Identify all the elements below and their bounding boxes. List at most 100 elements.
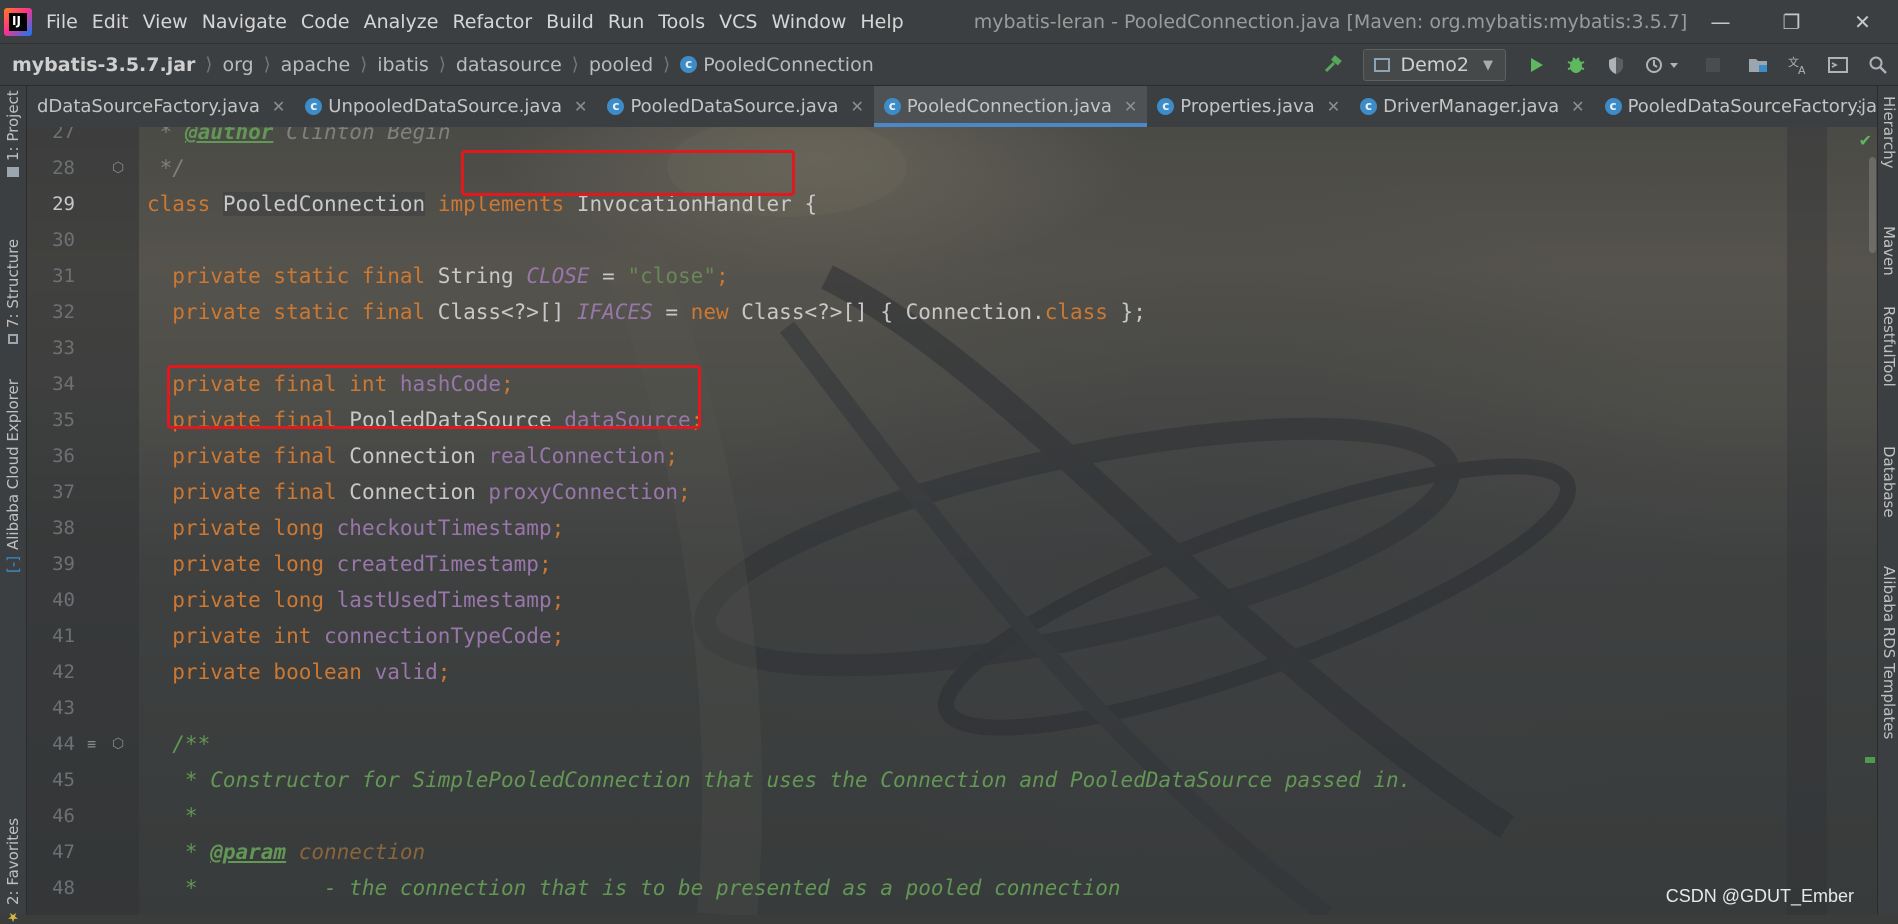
code-text: private long checkoutTimestamp; (147, 516, 564, 540)
code-token: Connection (349, 480, 489, 504)
tool-tab-label: 1: Project (4, 90, 22, 162)
code-line[interactable]: 35 private final PooledDataSource dataSo… (27, 402, 1878, 438)
minimize-button[interactable]: — (1685, 0, 1756, 43)
breadcrumb-item[interactable]: org (222, 54, 253, 76)
project-structure-icon[interactable] (1738, 45, 1778, 85)
code-token: private final (147, 444, 350, 468)
code-line[interactable]: 37 private final Connection proxyConnect… (27, 474, 1878, 510)
window-controls: — ❐ ✕ (1685, 0, 1898, 43)
code-line[interactable]: 34 private final int hashCode; (27, 366, 1878, 402)
close-tab-icon[interactable]: ✕ (1124, 97, 1137, 116)
menu-vcs[interactable]: VCS (719, 11, 757, 33)
tool-tab-label: Database (1880, 446, 1898, 518)
menu-build[interactable]: Build (546, 11, 594, 33)
code-token: connection (298, 840, 426, 864)
breadcrumb-item[interactable]: pooled (589, 54, 653, 76)
terminal-icon[interactable] (1818, 45, 1858, 85)
code-line[interactable]: 27 * @author Clinton Begin (27, 127, 1878, 150)
tool-tab-alibaba-cloud-explorer[interactable]: [-] Alibaba Cloud Explorer (0, 376, 26, 576)
tool-tab-favorites[interactable]: ★ 2: Favorites (0, 817, 26, 923)
build-hammer-icon[interactable] (1313, 45, 1353, 85)
menu-code[interactable]: Code (301, 11, 350, 33)
breadcrumb-label: mybatis-3.5.7.jar (12, 53, 196, 76)
code-line[interactable]: 31 private static final String CLOSE = "… (27, 258, 1878, 294)
editor-tab[interactable]: dDataSourceFactory.java ✕ (27, 86, 295, 127)
menu-tools[interactable]: Tools (658, 11, 705, 33)
editor-tab[interactable]: c PooledDataSource.java ✕ (597, 86, 873, 127)
tool-tab-hierarchy[interactable]: Hierarchy (1878, 96, 1898, 169)
menu-edit[interactable]: Edit (92, 11, 129, 33)
translate-icon[interactable]: 文A (1778, 45, 1818, 85)
tool-tab-label: Hierarchy (1880, 96, 1898, 169)
editor-tab[interactable]: c PooledDataSourceFactory.ja (1595, 86, 1878, 127)
code-line[interactable]: 40 private long lastUsedTimestamp; (27, 582, 1878, 618)
code-line[interactable]: 28 ⬡ */ (27, 150, 1878, 186)
editor-tab[interactable]: c PooledConnection.java ✕ (873, 86, 1148, 127)
editor-tab[interactable]: c UnpooledDataSource.java ✕ (295, 86, 597, 127)
menu-view[interactable]: View (143, 11, 188, 33)
menu-analyze[interactable]: Analyze (364, 11, 439, 33)
tool-tab-project[interactable]: 1: Project (0, 86, 26, 182)
breadcrumb-item[interactable]: c PooledConnection (680, 54, 874, 76)
breadcrumb-item[interactable]: datasource (456, 54, 562, 76)
tool-tab-structure[interactable]: 7: Structure (0, 226, 26, 356)
close-tab-icon[interactable]: ✕ (850, 97, 863, 116)
close-window-button[interactable]: ✕ (1827, 0, 1898, 43)
code-line[interactable]: 45 * Constructor for SimplePooledConnect… (27, 762, 1878, 798)
tool-tab-restfultool[interactable]: RestfulTool (1878, 306, 1898, 387)
tool-tab-alibaba-rds-templates[interactable]: Alibaba RDS Templates (1878, 566, 1898, 739)
code-line[interactable]: 47 * @param connection (27, 834, 1878, 870)
run-icon[interactable] (1516, 45, 1556, 85)
code-line[interactable]: 36 private final Connection realConnecti… (27, 438, 1878, 474)
menu-help[interactable]: Help (860, 11, 903, 33)
code-line[interactable]: 46 * (27, 798, 1878, 834)
close-tab-icon[interactable]: ✕ (1571, 97, 1584, 116)
tool-tab-database[interactable]: Database (1878, 446, 1898, 518)
coverage-shield-icon[interactable] (1596, 45, 1636, 85)
tool-tab-maven[interactable]: Maven (1878, 226, 1898, 276)
editor-tab[interactable]: c DriverManager.java ✕ (1350, 86, 1594, 127)
menu-file[interactable]: File (46, 11, 78, 33)
line-number: 40 (52, 589, 75, 611)
fold-marker-icon[interactable]: ⬡ (112, 160, 124, 176)
code-line[interactable]: 44 ⬡ ≡ /** (27, 726, 1878, 762)
code-line[interactable]: 39 private long createdTimestamp; (27, 546, 1878, 582)
code-line[interactable]: 30 (27, 222, 1878, 258)
stop-icon[interactable] (1688, 45, 1738, 85)
render-doc-toggle-icon[interactable]: ≡ (87, 735, 96, 753)
code-line[interactable]: 33 (27, 330, 1878, 366)
breadcrumb-item[interactable]: apache (281, 54, 351, 76)
code-line[interactable]: 48 * - the connection that is to be pres… (27, 870, 1878, 906)
code-line[interactable]: 42 private boolean valid; (27, 654, 1878, 690)
debug-bug-icon[interactable] (1556, 45, 1596, 85)
code-line[interactable]: 32 private static final Class<?>[] IFACE… (27, 294, 1878, 330)
error-stripe-mark[interactable] (1865, 760, 1875, 763)
menu-navigate[interactable]: Navigate (202, 11, 287, 33)
close-tab-icon[interactable]: ✕ (574, 97, 587, 116)
profiler-icon[interactable] (1636, 45, 1688, 85)
breadcrumb-item[interactable]: mybatis-3.5.7.jar (12, 54, 195, 76)
close-tab-icon[interactable]: ✕ (1327, 97, 1340, 116)
menu-refactor[interactable]: Refactor (452, 11, 532, 33)
code-token: private final int (147, 372, 400, 396)
close-tab-icon[interactable]: ✕ (272, 97, 285, 116)
tab-overflow-chevron-icon[interactable]: ⋮ (1848, 86, 1872, 127)
code-line[interactable]: 38 private long checkoutTimestamp; (27, 510, 1878, 546)
breadcrumb-item[interactable]: ibatis (377, 54, 429, 76)
code-editor[interactable]: 27 * @author Clinton Begin 28 ⬡ */ 29 class … (27, 127, 1878, 915)
code-line[interactable]: 43 (27, 690, 1878, 726)
menu-run[interactable]: Run (608, 11, 644, 33)
code-token: ; (551, 624, 565, 648)
editor-tab[interactable]: c Properties.java ✕ (1147, 86, 1350, 127)
fold-marker-icon[interactable]: ⬡ (112, 736, 124, 752)
code-line[interactable]: 29 class PooledConnection implements Invo… (27, 186, 1878, 222)
scrollbar-thumb[interactable] (1869, 157, 1876, 253)
search-everywhere-icon[interactable] (1858, 45, 1898, 85)
run-configuration-select[interactable]: Demo2 ▼ (1363, 49, 1506, 81)
alibaba-cloud-icon: [-] (4, 555, 22, 573)
restore-button[interactable]: ❐ (1756, 0, 1827, 43)
menu-window[interactable]: Window (771, 11, 846, 33)
editor-tab-label: PooledConnection.java (906, 96, 1112, 117)
code-line[interactable]: 41 private int connectionTypeCode; (27, 618, 1878, 654)
code-token: Class<?>[] (437, 300, 577, 324)
